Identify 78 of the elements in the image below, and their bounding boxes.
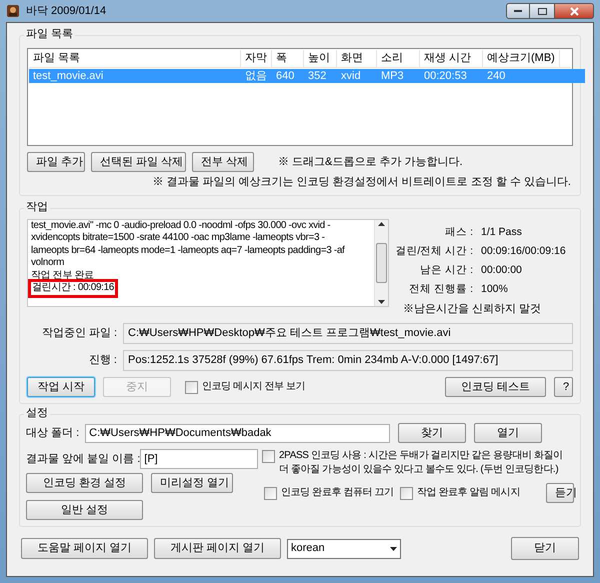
help-page-button[interactable]: 도움말 페이지 열기 <box>21 538 148 559</box>
table-cell-text: test_movie.avi <box>32 69 104 83</box>
checkbox[interactable] <box>185 381 198 394</box>
column-header[interactable]: 재생 시간 <box>420 50 483 67</box>
start-button[interactable]: 작업 시작 <box>27 377 95 397</box>
stat-label: 남은 시간 : <box>419 262 474 278</box>
presets-button[interactable]: 미리설정 열기 <box>151 473 233 493</box>
log-line: xvidencopts bitrate=1500 -srate 44100 -oac mp3lame -lameopts vbr=3 - <box>31 232 325 244</box>
add-file-button[interactable]: 파일 추가 <box>27 152 85 172</box>
minimize-button[interactable] <box>506 3 530 19</box>
scroll-down-icon <box>378 300 385 304</box>
table-cell-text: 00:20:53 <box>423 69 468 83</box>
column-header[interactable]: 높이 <box>304 50 337 67</box>
window-title: 바닥 2009/01/14 <box>26 4 106 19</box>
field-label: 작업중인 파일 : <box>40 326 118 342</box>
board-page-button[interactable]: 게시판 페이지 열기 <box>154 538 281 559</box>
language-select[interactable]: korean <box>287 538 401 558</box>
app-icon <box>6 4 20 18</box>
dropdown-arrow-icon <box>390 546 397 550</box>
maximize-button[interactable] <box>530 3 554 19</box>
stat-value: 100% <box>481 282 508 296</box>
table-cell-text: xvid <box>340 69 362 83</box>
group-title: 작업 <box>24 200 50 214</box>
field-label: 진행 : <box>88 353 118 368</box>
table-cell-text: 240 <box>486 69 506 83</box>
group-title: 파일 목록 <box>24 27 76 41</box>
stat-value: 00:09:16/00:09:16 <box>481 244 566 258</box>
log-line: 작업 전부 완료 <box>31 270 94 282</box>
table-cell-text: 352 <box>307 69 328 83</box>
browse-button[interactable]: 찾기 <box>398 423 466 443</box>
open-button[interactable]: 열기 <box>474 423 542 443</box>
checkbox[interactable] <box>262 450 275 463</box>
log-line: volnorm <box>31 257 64 270</box>
checkbox[interactable] <box>400 487 413 500</box>
size-note: ※ 결과물 파일의 예상크기는 인코딩 환경설정에서 비트레이트로 조정 할 수 있습니다. <box>152 175 571 190</box>
table-cell-text: 없음 <box>244 69 268 83</box>
log-line: lameopts br=64 -lameopts mode=1 -lameopts aq=7 -lameopts padding=3 -af <box>31 244 344 257</box>
scrollbar[interactable] <box>374 220 388 306</box>
listen-button[interactable]: 듣기 <box>546 483 574 503</box>
stat-label: 걸린/전체 시간 : <box>394 244 474 258</box>
column-header[interactable]: 소리 <box>377 50 420 67</box>
field-label: 결과물 앞에 붙일 이름 : <box>26 452 140 467</box>
folder-field[interactable]: C:₩Users₩HP₩Documents₩badak <box>85 424 390 442</box>
field-label: 대상 폴더 : <box>26 426 80 441</box>
close-dialog-button[interactable]: 닫기 <box>511 537 579 560</box>
stat-label: 패스 : <box>444 224 474 240</box>
column-header[interactable]: 예상크기(MB) <box>483 50 560 67</box>
field-value: C:₩Users₩HP₩Desktop₩주요 테스트 프로그램₩test_movie.avi <box>123 323 573 344</box>
table-cell-text: 640 <box>275 69 296 83</box>
close-button[interactable] <box>554 3 594 19</box>
help-button[interactable]: ? <box>554 377 573 397</box>
drag-drop-note: ※ 드래그&드롭으로 추가 가능합니다. <box>278 154 463 170</box>
column-header[interactable]: 파일 목록 <box>29 50 241 67</box>
group-title: 설정 <box>24 406 50 420</box>
checkbox-label: 인코딩 메시지 전부 보기 <box>202 380 306 394</box>
encoding-settings-button[interactable]: 인코딩 환경 설정 <box>26 473 143 493</box>
general-settings-button[interactable]: 일반 설정 <box>26 500 143 520</box>
column-header[interactable]: 화면 <box>337 50 377 67</box>
table-cell-text: MP3 <box>380 69 405 83</box>
column-header[interactable]: 자막 <box>241 50 272 67</box>
stat-value: 1/1 Pass <box>481 224 522 240</box>
prefix-field[interactable]: [P] <box>140 449 258 469</box>
close-icon <box>570 6 578 16</box>
remaining-time-note: ※남은시간을 신뢰하지 말것 <box>403 302 542 316</box>
field-value: Pos:1252.1s 37528f (99%) 67.61fps Trem: 0min 234mb A-V:0.000 [1497:67] <box>123 350 573 371</box>
encoding-test-button[interactable]: 인코딩 테스트 <box>445 377 546 397</box>
checkbox-label: 2PASS 인코딩 사용 : 시간은 두배가 걸리지만 같은 용량대비 화질이 더 좋아질 가능성이 있을수 있다고 볼수도 있다. (두번 인코딩한다.) <box>279 449 564 477</box>
delete-selected-button[interactable]: 선택된 파일 삭제 <box>91 152 186 172</box>
stat-value: 00:00:00 <box>481 262 522 278</box>
log-line: 걸린시간 : 00:09:16 <box>31 282 116 294</box>
log-line: test_movie.avi" -mc 0 -audio-preload 0.0 -noodml -ofps 30.000 -ovc xvid - <box>31 220 330 232</box>
checkbox[interactable] <box>264 487 277 500</box>
stat-label: 전체 진행률 : <box>408 282 474 296</box>
delete-all-button[interactable]: 전부 삭제 <box>192 152 254 172</box>
scroll-up-icon <box>378 222 385 226</box>
checkbox-label: 작업 완료후 알림 메시지 <box>416 486 520 500</box>
checkbox-label: 인코딩 완료후 컴퓨터 끄기 <box>281 486 394 500</box>
column-header[interactable]: 폭 <box>272 50 304 67</box>
